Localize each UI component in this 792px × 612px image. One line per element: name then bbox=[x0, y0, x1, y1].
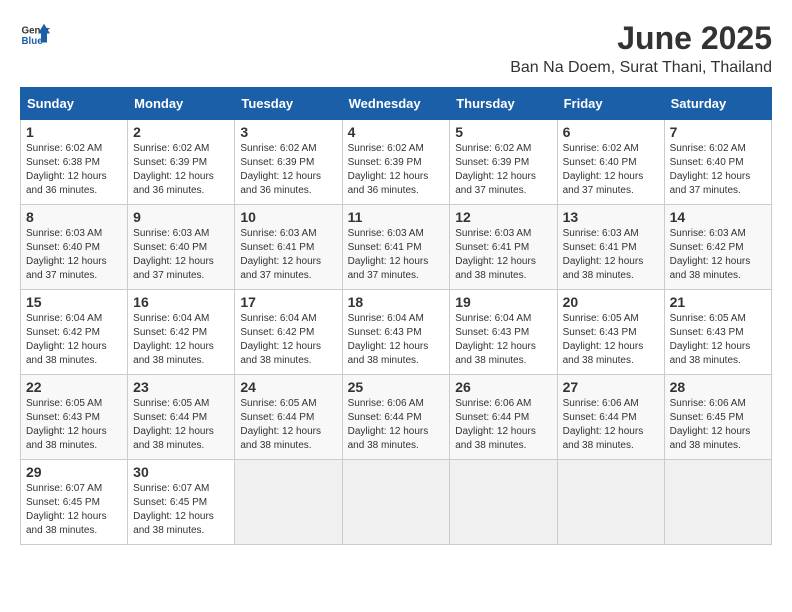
calendar-cell-empty-4 bbox=[664, 460, 771, 545]
calendar-cell-21: 21Sunrise: 6:05 AMSunset: 6:43 PMDayligh… bbox=[664, 290, 771, 375]
svg-text:Blue: Blue bbox=[22, 36, 44, 47]
calendar-cell-3: 3Sunrise: 6:02 AMSunset: 6:39 PMDaylight… bbox=[235, 120, 342, 205]
calendar-cell-16: 16Sunrise: 6:04 AMSunset: 6:42 PMDayligh… bbox=[128, 290, 235, 375]
calendar-cell-1: 1Sunrise: 6:02 AMSunset: 6:38 PMDaylight… bbox=[21, 120, 128, 205]
calendar-cell-15: 15Sunrise: 6:04 AMSunset: 6:42 PMDayligh… bbox=[21, 290, 128, 375]
calendar-cell-14: 14Sunrise: 6:03 AMSunset: 6:42 PMDayligh… bbox=[664, 205, 771, 290]
calendar-week-4: 22Sunrise: 6:05 AMSunset: 6:43 PMDayligh… bbox=[21, 375, 772, 460]
calendar-cell-27: 27Sunrise: 6:06 AMSunset: 6:44 PMDayligh… bbox=[557, 375, 664, 460]
page-subtitle: Ban Na Doem, Surat Thani, Thailand bbox=[510, 59, 772, 77]
header-tuesday: Tuesday bbox=[235, 88, 342, 120]
calendar-cell-25: 25Sunrise: 6:06 AMSunset: 6:44 PMDayligh… bbox=[342, 375, 450, 460]
calendar-cell-4: 4Sunrise: 6:02 AMSunset: 6:39 PMDaylight… bbox=[342, 120, 450, 205]
header-monday: Monday bbox=[128, 88, 235, 120]
calendar-cell-28: 28Sunrise: 6:06 AMSunset: 6:45 PMDayligh… bbox=[664, 375, 771, 460]
calendar-table: SundayMondayTuesdayWednesdayThursdayFrid… bbox=[20, 87, 772, 545]
header-saturday: Saturday bbox=[664, 88, 771, 120]
calendar-week-3: 15Sunrise: 6:04 AMSunset: 6:42 PMDayligh… bbox=[21, 290, 772, 375]
calendar-cell-8: 8Sunrise: 6:03 AMSunset: 6:40 PMDaylight… bbox=[21, 205, 128, 290]
calendar-cell-12: 12Sunrise: 6:03 AMSunset: 6:41 PMDayligh… bbox=[450, 205, 557, 290]
title-section: June 2025 Ban Na Doem, Surat Thani, Thai… bbox=[510, 20, 772, 77]
calendar-cell-11: 11Sunrise: 6:03 AMSunset: 6:41 PMDayligh… bbox=[342, 205, 450, 290]
header-wednesday: Wednesday bbox=[342, 88, 450, 120]
calendar-cell-24: 24Sunrise: 6:05 AMSunset: 6:44 PMDayligh… bbox=[235, 375, 342, 460]
calendar-cell-23: 23Sunrise: 6:05 AMSunset: 6:44 PMDayligh… bbox=[128, 375, 235, 460]
calendar-cell-26: 26Sunrise: 6:06 AMSunset: 6:44 PMDayligh… bbox=[450, 375, 557, 460]
calendar-cell-30: 30Sunrise: 6:07 AMSunset: 6:45 PMDayligh… bbox=[128, 460, 235, 545]
calendar-cell-13: 13Sunrise: 6:03 AMSunset: 6:41 PMDayligh… bbox=[557, 205, 664, 290]
calendar-cell-empty-1 bbox=[342, 460, 450, 545]
calendar-cell-10: 10Sunrise: 6:03 AMSunset: 6:41 PMDayligh… bbox=[235, 205, 342, 290]
calendar-week-5: 29Sunrise: 6:07 AMSunset: 6:45 PMDayligh… bbox=[21, 460, 772, 545]
logo-icon: General Blue bbox=[20, 20, 50, 50]
calendar-cell-22: 22Sunrise: 6:05 AMSunset: 6:43 PMDayligh… bbox=[21, 375, 128, 460]
header-sunday: Sunday bbox=[21, 88, 128, 120]
calendar-cell-29: 29Sunrise: 6:07 AMSunset: 6:45 PMDayligh… bbox=[21, 460, 128, 545]
calendar-week-1: 1Sunrise: 6:02 AMSunset: 6:38 PMDaylight… bbox=[21, 120, 772, 205]
calendar-cell-5: 5Sunrise: 6:02 AMSunset: 6:39 PMDaylight… bbox=[450, 120, 557, 205]
calendar-cell-2: 2Sunrise: 6:02 AMSunset: 6:39 PMDaylight… bbox=[128, 120, 235, 205]
calendar-cell-7: 7Sunrise: 6:02 AMSunset: 6:40 PMDaylight… bbox=[664, 120, 771, 205]
calendar-cell-19: 19Sunrise: 6:04 AMSunset: 6:43 PMDayligh… bbox=[450, 290, 557, 375]
page-header: General Blue June 2025 Ban Na Doem, Sura… bbox=[20, 20, 772, 77]
calendar-cell-empty-3 bbox=[557, 460, 664, 545]
calendar-cell-20: 20Sunrise: 6:05 AMSunset: 6:43 PMDayligh… bbox=[557, 290, 664, 375]
calendar-cell-9: 9Sunrise: 6:03 AMSunset: 6:40 PMDaylight… bbox=[128, 205, 235, 290]
header-friday: Friday bbox=[557, 88, 664, 120]
page-title: June 2025 bbox=[510, 20, 772, 57]
header-thursday: Thursday bbox=[450, 88, 557, 120]
calendar-cell-17: 17Sunrise: 6:04 AMSunset: 6:42 PMDayligh… bbox=[235, 290, 342, 375]
logo: General Blue bbox=[20, 20, 50, 50]
calendar-cell-empty-2 bbox=[450, 460, 557, 545]
calendar-week-2: 8Sunrise: 6:03 AMSunset: 6:40 PMDaylight… bbox=[21, 205, 772, 290]
calendar-cell-18: 18Sunrise: 6:04 AMSunset: 6:43 PMDayligh… bbox=[342, 290, 450, 375]
calendar-cell-empty-0 bbox=[235, 460, 342, 545]
calendar-cell-6: 6Sunrise: 6:02 AMSunset: 6:40 PMDaylight… bbox=[557, 120, 664, 205]
calendar-header-row: SundayMondayTuesdayWednesdayThursdayFrid… bbox=[21, 88, 772, 120]
